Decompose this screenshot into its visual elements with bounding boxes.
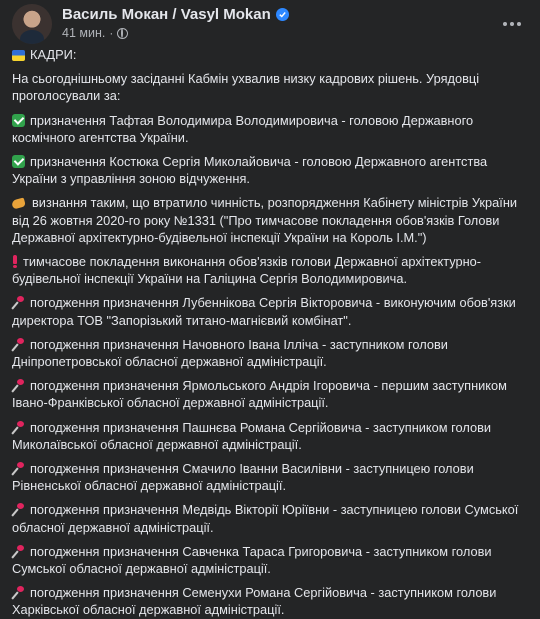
more-dot-icon	[503, 22, 507, 26]
avatar[interactable]	[12, 4, 52, 44]
verified-badge-icon	[275, 8, 289, 21]
post-body: КАДРИ: На сьогоднішньому засіданні Кабмін…	[12, 46, 528, 619]
ukraine-flag-icon	[12, 50, 25, 61]
post-paragraph: тимчасове покладення виконання обов'язкі…	[12, 253, 528, 287]
paragraph-text: погодження призначення Семенухи Романа С…	[12, 585, 497, 618]
paragraph-text: призначення Тафтая Володимира Володимиро…	[12, 112, 474, 145]
post-paragraph: погодження призначення Савченка Тараса Г…	[12, 543, 528, 577]
pushpin-icon	[12, 586, 25, 599]
more-options-button[interactable]	[496, 10, 528, 38]
paragraph-text: визнання таким, що втратило чинність, ро…	[12, 195, 518, 245]
pushpin-icon	[12, 420, 25, 434]
post-header: Василь Мокан / Vasyl Mokan 41 мин. ·	[12, 0, 528, 46]
paragraph-text: погодження призначення Смачило Іванни Ва…	[12, 461, 474, 494]
exclamation-icon	[12, 255, 18, 269]
post-paragraph: КАДРИ:	[12, 46, 528, 63]
post-paragraph: погодження призначення Ярмольського Андр…	[12, 377, 528, 411]
more-dot-icon	[510, 22, 514, 26]
post-paragraph: погодження призначення Смачило Іванни Ва…	[12, 460, 528, 494]
post-meta: Василь Мокан / Vasyl Mokan 41 мин. ·	[62, 4, 289, 40]
pushpin-icon	[12, 462, 25, 475]
paragraph-text: призначення Костюка Сергія Миколайовича …	[12, 154, 488, 187]
paragraph-text: погодження призначення Савченка Тараса Г…	[12, 543, 492, 577]
pushpin-icon	[12, 296, 25, 309]
post-paragraph: визнання таким, що втратило чинність, ро…	[12, 194, 528, 246]
paragraph-text: погодження призначення Пашнєва Романа Се…	[12, 419, 492, 452]
flexed-arm-icon	[12, 196, 27, 209]
post-paragraph: призначення Тафтая Володимира Володимиро…	[12, 112, 528, 146]
post-paragraph: погодження призначення Медвідь Вікторії …	[12, 501, 528, 535]
pushpin-icon	[12, 544, 25, 558]
separator-dot: ·	[109, 26, 114, 40]
facebook-post: Василь Мокан / Vasyl Mokan 41 мин. · КАД…	[0, 0, 540, 617]
post-subline: 41 мин. ·	[62, 26, 289, 40]
post-paragraph: призначення Костюка Сергія Миколайовича …	[12, 153, 528, 187]
author-row: Василь Мокан / Vasyl Mokan	[62, 6, 289, 23]
check-mark-icon	[12, 155, 25, 169]
more-dot-icon	[517, 22, 521, 26]
post-paragraph: погодження призначення Пашнєва Романа Се…	[12, 419, 528, 453]
check-mark-icon	[12, 113, 25, 127]
pushpin-icon	[12, 503, 25, 516]
post-paragraph: погодження призначення Семенухи Романа С…	[12, 584, 528, 618]
paragraph-text: погодження призначення Лубеннікова Сергі…	[12, 295, 516, 328]
globe-icon[interactable]	[117, 27, 129, 39]
paragraph-text: КАДРИ:	[30, 47, 77, 62]
post-paragraph: погодження призначення Начовного Івана І…	[12, 336, 528, 370]
paragraph-text: погодження призначення Ярмольського Андр…	[12, 378, 507, 411]
paragraph-text: На сьогоднішньому засіданні Кабмін ухвал…	[12, 71, 480, 104]
post-paragraph: На сьогоднішньому засіданні Кабмін ухвал…	[12, 70, 528, 104]
paragraph-text: погодження призначення Медвідь Вікторії …	[12, 502, 519, 535]
pushpin-icon	[12, 379, 25, 392]
pushpin-icon	[12, 337, 25, 351]
paragraph-text: погодження призначення Начовного Івана І…	[12, 336, 448, 370]
paragraph-text: тимчасове покладення виконання обов'язкі…	[12, 254, 482, 287]
post-paragraph: погодження призначення Лубеннікова Сергі…	[12, 294, 528, 328]
author-name[interactable]: Василь Мокан / Vasyl Mokan	[62, 6, 271, 23]
post-timestamp[interactable]: 41 мин.	[62, 26, 105, 40]
